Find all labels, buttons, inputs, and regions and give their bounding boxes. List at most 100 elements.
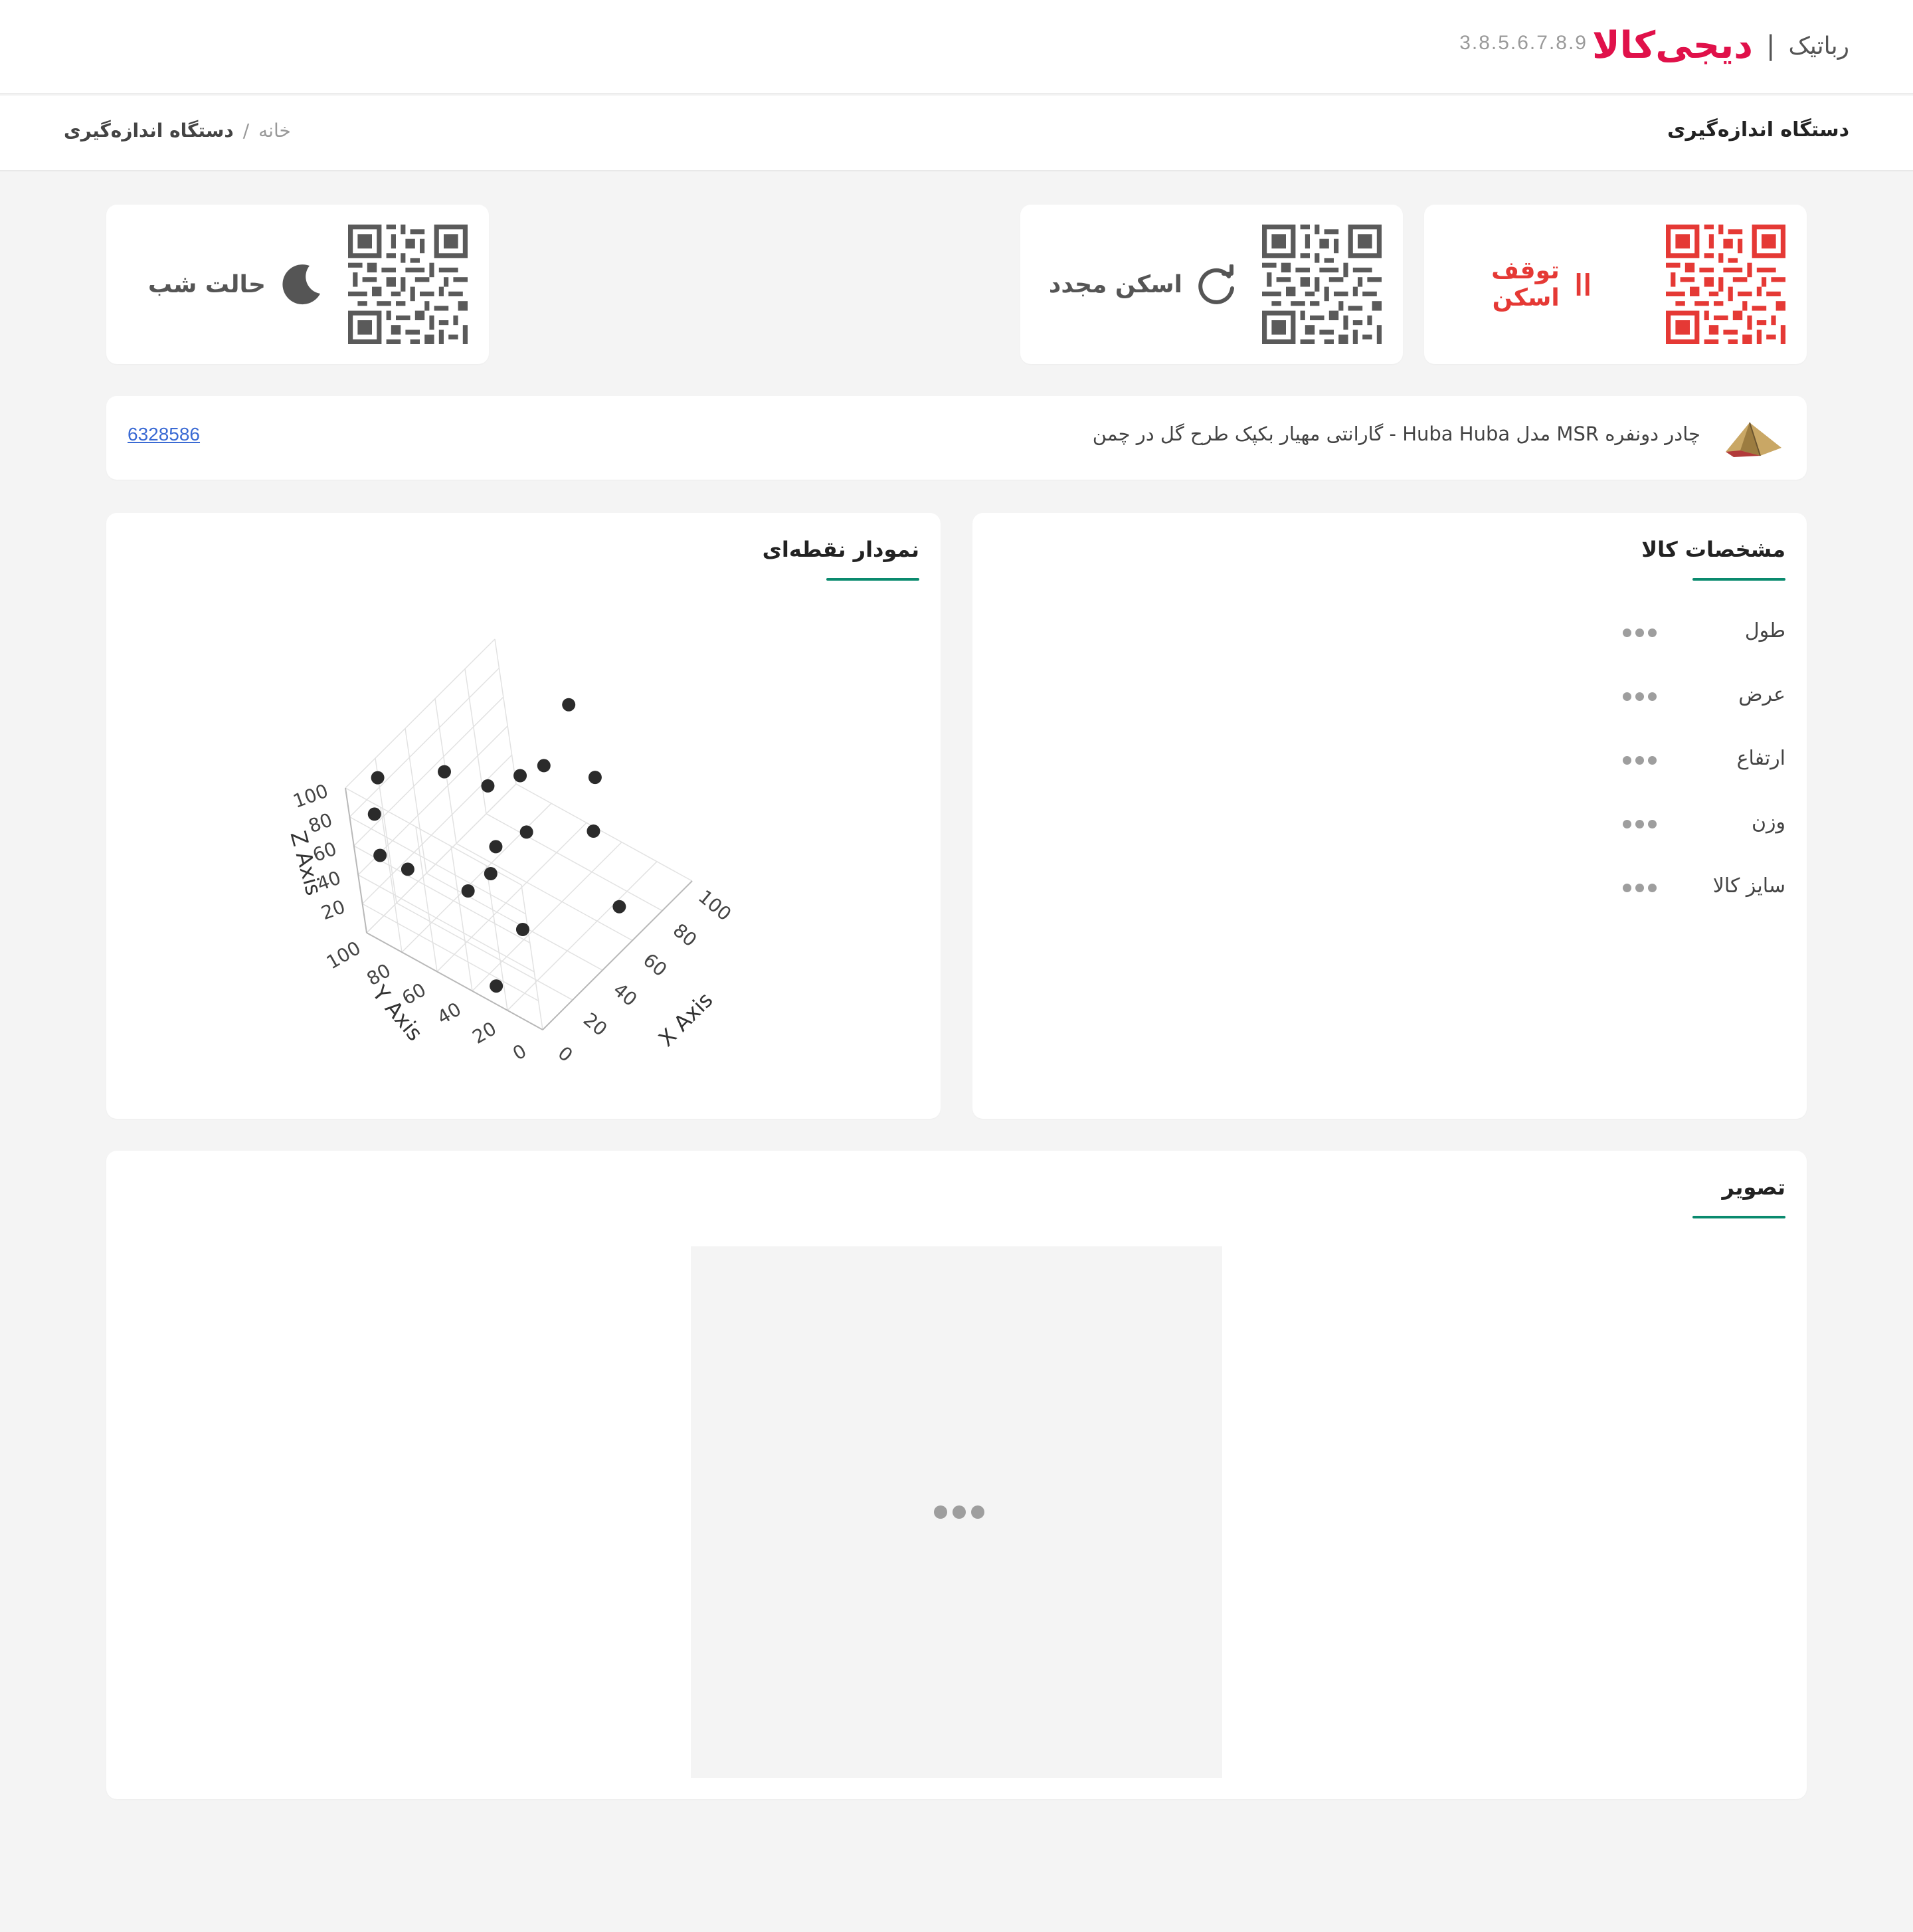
x-tick-label: 40: [609, 979, 642, 1011]
version-label: 3.8.5.6.7.8.9: [1459, 32, 1588, 54]
y-tick-label: 20: [469, 1017, 500, 1048]
loading-dot: [1648, 884, 1657, 892]
scatter-point: [401, 862, 414, 876]
loading-dot: [1648, 628, 1657, 637]
grid-line: [415, 826, 438, 972]
scatter-card: نمودار نقطه‌ای 0 20 40 60 80 100 0 20 40 60 80 100 2…: [106, 513, 941, 1119]
top-bar: دیجی‌کالا | رباتیک 3.8.5.6.7.8.9: [0, 0, 1913, 94]
grid-line: [349, 816, 526, 915]
y-tick-label: 100: [323, 937, 365, 973]
image-title: تصویر: [1722, 1175, 1785, 1200]
section-underline: [1692, 1216, 1785, 1218]
x-tick-label: 20: [579, 1009, 612, 1040]
product-code-link[interactable]: 6328586: [128, 424, 200, 445]
qr-code-icon: [348, 225, 468, 344]
page-header: دستگاه اندازه‌گیری خانه / دستگاه اندازه‌…: [0, 96, 1913, 171]
stop-scan-button[interactable]: توقف اسکن: [1424, 205, 1593, 364]
scatter-point: [481, 779, 495, 793]
rescan-button[interactable]: اسکن مجدد: [1049, 205, 1237, 364]
loading-dot: [1648, 756, 1657, 765]
spec-row: طول: [1387, 615, 1785, 647]
loading-dot: [1648, 820, 1657, 828]
pause-icon: [1576, 273, 1590, 296]
image-placeholder: [691, 1246, 1222, 1778]
breadcrumb-separator: /: [242, 120, 250, 142]
brand-product-name: رباتیک: [1788, 32, 1849, 60]
spec-value-loading: [1623, 884, 1657, 892]
breadcrumb: خانه / دستگاه اندازه‌گیری: [64, 120, 291, 142]
y-tick-label: 0: [509, 1040, 530, 1064]
grid-line: [345, 638, 496, 789]
spec-row: وزن: [1387, 807, 1785, 838]
night-mode-label: حالت شب: [147, 270, 266, 298]
loading-dot: [1623, 692, 1631, 701]
scatter-point: [371, 771, 385, 785]
night-mode-button[interactable]: حالت شب: [148, 205, 323, 364]
grid-line: [349, 668, 500, 818]
x-tick-label: 100: [694, 886, 735, 925]
grid-line: [521, 884, 543, 1030]
scatter-point: [490, 979, 503, 993]
product-bar: چادر دونفره MSR مدل Huba Huba - گارانتی …: [106, 396, 1807, 480]
page-title: دستگاه اندازه‌گیری: [1667, 118, 1849, 142]
x-tick-label: 0: [554, 1042, 577, 1066]
loading-dot: [1635, 884, 1644, 892]
tent-thumbnail: [1726, 422, 1781, 457]
brand-logo[interactable]: دیجی‌کالا: [1592, 24, 1754, 68]
loading-dot: [1623, 628, 1631, 637]
spec-value-loading: [1623, 756, 1657, 765]
x-tick-label: 60: [639, 949, 672, 981]
spec-label: وزن: [1751, 811, 1785, 834]
loading-indicator: [934, 1505, 984, 1519]
scatter-point: [515, 923, 529, 936]
breadcrumb-current: دستگاه اندازه‌گیری: [64, 120, 234, 142]
scatter-point: [537, 759, 551, 773]
grid-line: [464, 668, 487, 814]
spec-label: عرض: [1738, 683, 1785, 706]
grid-line: [450, 846, 473, 991]
night-mode-card[interactable]: حالت شب: [106, 205, 489, 364]
scatter-point: [484, 867, 498, 880]
rescan-card[interactable]: اسکن مجدد: [1020, 205, 1403, 364]
breadcrumb-home[interactable]: خانه: [258, 120, 291, 142]
scatter-point: [562, 698, 576, 712]
grid-line: [357, 874, 535, 973]
spec-row: عرض: [1387, 679, 1785, 711]
image-card: تصویر: [106, 1151, 1807, 1799]
spec-value-loading: [1623, 628, 1657, 637]
refresh-icon: [1198, 264, 1234, 304]
loading-dot: [1635, 628, 1644, 637]
spec-label: ارتفاع: [1736, 747, 1785, 770]
specs-card: مشخصات کالا طول عرض ارتفاع وزن سایز کالا: [972, 513, 1807, 1119]
scatter-point: [587, 824, 600, 838]
loading-dot: [1635, 820, 1644, 828]
spec-row: ارتفاع: [1387, 743, 1785, 775]
specs-title: مشخصات کالا: [1641, 537, 1785, 562]
scatter-point: [612, 900, 626, 914]
scatter-3d-chart[interactable]: 02040608010002040608010020406080100X Axi…: [106, 513, 941, 1119]
loading-dot: [1648, 692, 1657, 701]
spec-row: سایز کالا: [1387, 870, 1785, 902]
stop-scan-card[interactable]: توقف اسکن: [1424, 205, 1807, 364]
loading-dot: [1635, 692, 1644, 701]
grid-line: [494, 638, 517, 785]
grid-line: [405, 728, 427, 874]
moon-icon: [282, 264, 320, 305]
brand: دیجی‌کالا | رباتیک: [1592, 24, 1849, 68]
spec-label: سایز کالا: [1712, 874, 1785, 898]
loading-dot: [1623, 884, 1631, 892]
grid-line: [380, 807, 403, 953]
z-tick-label: 20: [318, 896, 348, 924]
z-tick-label: 100: [290, 780, 331, 813]
spec-value-loading: [1623, 820, 1657, 828]
rescan-label: اسکن مجدد: [1048, 270, 1182, 298]
loading-dot: [1635, 756, 1644, 765]
scatter-point: [461, 884, 475, 898]
z-axis-line: [345, 787, 367, 933]
scatter-point: [588, 771, 602, 785]
x-tick-label: 80: [669, 919, 701, 951]
loading-dot: [1623, 820, 1631, 828]
grid-line: [362, 754, 513, 904]
spec-label: طول: [1744, 619, 1785, 642]
scatter-point: [519, 825, 533, 839]
